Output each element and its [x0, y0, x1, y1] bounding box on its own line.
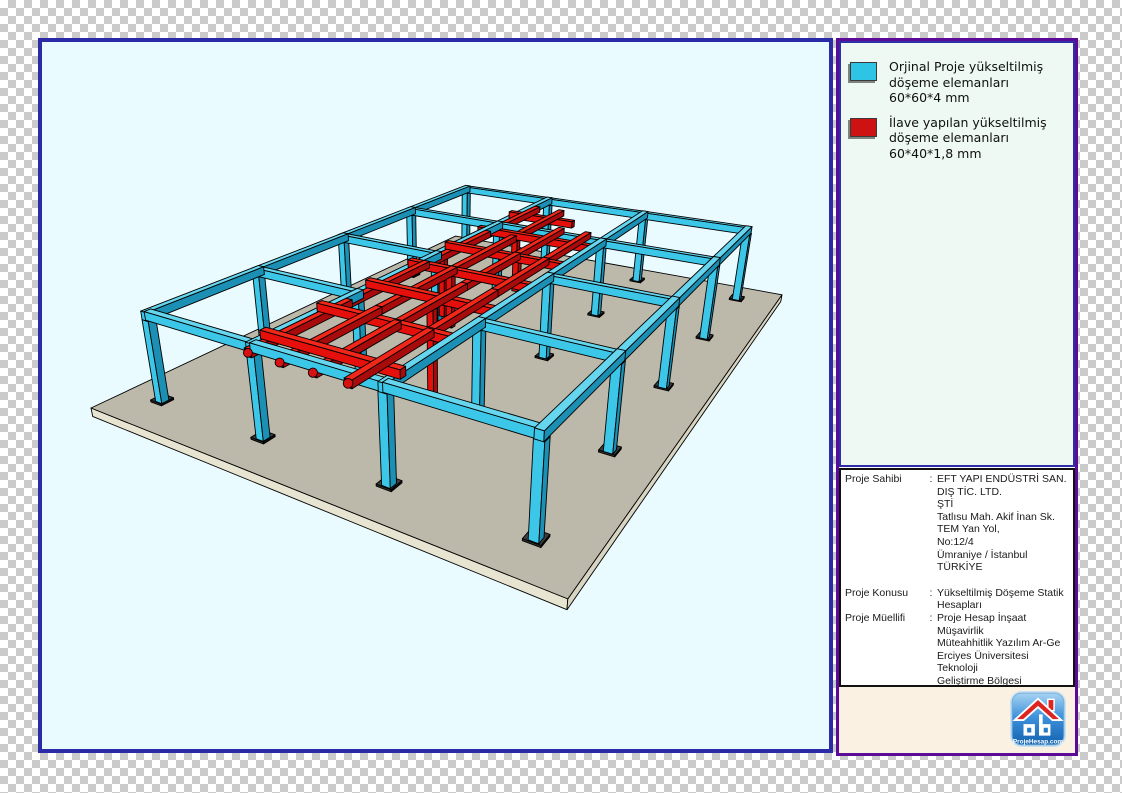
title-block-row: Proje Konusu:Yükseltilmiş Döşeme Statik …	[845, 587, 1069, 612]
title-block: Proje Sahibi:EFT YAPI ENDÜSTRİ SAN. DIŞ …	[839, 468, 1075, 687]
title-block-value: EFT YAPI ENDÜSTRİ SAN. DIŞ TİC. LTD.ŞTİT…	[937, 473, 1069, 574]
title-block-value: Yükseltilmiş Döşeme Statik Hesapları	[937, 587, 1069, 612]
page-canvas: Orjinal Proje yükseltilmişdöşeme elemanl…	[0, 0, 1122, 793]
legend-panel: Orjinal Proje yükseltilmişdöşeme elemanl…	[839, 41, 1075, 467]
right-panel: Orjinal Proje yükseltilmişdöşeme elemanl…	[836, 38, 1078, 756]
title-block-row: Proje Sahibi:EFT YAPI ENDÜSTRİ SAN. DIŞ …	[845, 473, 1069, 574]
legend-item-label: İlave yapılan yükseltilmişdöşeme elemanl…	[889, 115, 1047, 162]
title-block-label: Proje Müellifi	[845, 612, 925, 625]
legend-item: Orjinal Proje yükseltilmişdöşeme elemanl…	[850, 59, 1065, 106]
brand-panel: ProjeHesap.com	[839, 687, 1075, 753]
legend-swatch-1	[850, 118, 877, 137]
brand-text: ProjeHesap.com	[1013, 738, 1064, 745]
legend-item-label: Orjinal Proje yükseltilmişdöşeme elemanl…	[889, 59, 1043, 106]
title-block-label: Proje Konusu	[845, 587, 925, 600]
title-block-row: Proje Müellifi:Proje Hesap İnşaat Müşavi…	[845, 612, 1069, 687]
drawing-viewport	[38, 38, 833, 753]
projehesap-logo-icon: ProjeHesap.com	[1009, 690, 1067, 748]
legend-item: İlave yapılan yükseltilmişdöşeme elemanl…	[850, 115, 1065, 162]
legend-swatch-0	[850, 62, 877, 81]
title-block-label: Proje Sahibi	[845, 473, 925, 486]
title-block-value: Proje Hesap İnşaat MüşavirlikMüteahhitli…	[937, 612, 1069, 687]
structure-3d-model	[42, 42, 829, 749]
